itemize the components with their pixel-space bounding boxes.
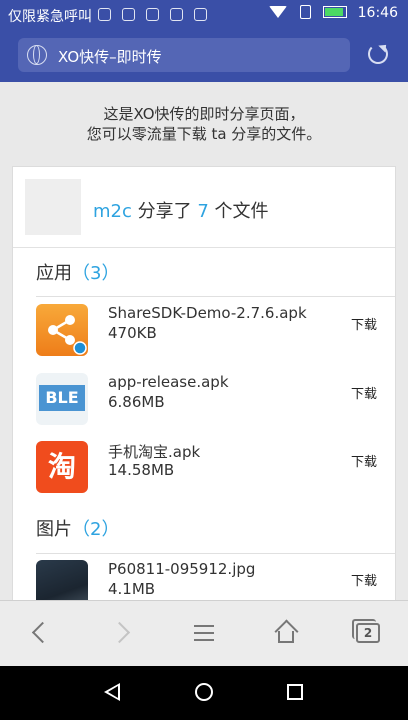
intro-line-1: 这是XO快传的即时分享页面， [103,105,305,123]
divider [36,553,395,554]
battery-icon [323,6,348,18]
notification-icon-1 [98,8,111,21]
ble-app-icon: BLE [36,373,88,425]
taobao-app-icon: 淘 [36,441,88,493]
notification-icon-4 [170,8,184,21]
sharer-name: m2c [93,201,132,222]
file-item[interactable]: ShareSDK-Demo-2.7.6.apk 470KB 下载 [36,304,395,364]
category-title-images: 图片（2） [36,515,119,541]
share-text-pre: 分享了 [137,201,192,222]
carrier-text: 仅限紧急呼叫 [8,9,92,25]
back-icon[interactable] [22,615,58,651]
page-title: XO快传–即时传 [58,48,162,66]
system-nav-bar [0,666,408,720]
clock: 16:46 [357,5,398,21]
photo-thumbnail [36,560,88,600]
menu-icon[interactable] [186,615,222,651]
refresh-icon[interactable] [368,44,388,64]
download-button[interactable]: 下载 [351,570,377,589]
file-name: P60811-095912.jpg [108,560,256,578]
sim-icon [299,5,311,19]
file-count: 7 [197,201,209,222]
forward-icon[interactable] [104,615,140,651]
intro-text: 这是XO快传的即时分享页面， 您可以零流量下载 ta 分享的文件。 [0,104,408,144]
status-bar: 仅限紧急呼叫 16:46 [0,0,408,30]
notification-icon-3 [146,8,160,21]
sharesdk-app-icon [36,304,88,356]
download-button[interactable]: 下载 [351,314,377,333]
file-name: ShareSDK-Demo-2.7.6.apk [108,304,307,322]
browser-bottom-toolbar: 2 [0,600,408,666]
status-right: 16:46 [269,5,398,21]
browser-toolbar: XO快传–即时传 [0,30,408,82]
intro-line-2: 您可以零流量下载 ta 分享的文件。 [86,125,322,143]
address-bar[interactable]: XO快传–即时传 [18,38,350,72]
category-label: 图片 [36,519,72,540]
download-button[interactable]: 下载 [351,383,377,402]
globe-icon [27,45,47,65]
menu-lines [194,625,214,641]
system-recents-icon[interactable] [287,684,303,700]
system-home-icon[interactable] [195,683,213,701]
system-back-icon[interactable] [104,683,120,701]
notification-icon-2 [122,8,136,21]
notification-icons [98,8,213,27]
ble-icon-label: BLE [39,385,85,411]
file-size: 14.58MB [108,461,175,479]
tabs-icon[interactable]: 2 [350,615,386,651]
file-size: 470KB [108,324,157,342]
share-summary: m2c 分享了 7 个文件 [93,197,269,223]
file-size: 4.1MB [108,580,156,598]
category-label: 应用 [36,263,72,284]
tab-count: 2 [352,619,380,643]
divider [13,247,395,248]
file-item[interactable]: 淘 手机淘宝.apk 14.58MB 下载 [36,441,395,501]
wifi-icon [269,6,288,18]
file-name: app-release.apk [108,373,229,391]
category-count: （3） [72,263,120,284]
download-button[interactable]: 下载 [351,451,377,470]
file-item[interactable]: P60811-095912.jpg 4.1MB 下载 [36,560,395,600]
divider [36,296,395,297]
file-size: 6.86MB [108,393,165,411]
file-item[interactable]: BLE app-release.apk 6.86MB 下载 [36,373,395,433]
notification-icon-5 [194,8,208,21]
avatar [25,179,81,235]
file-name: 手机淘宝.apk [108,443,201,461]
home-icon[interactable] [268,615,304,651]
category-count: （2） [72,519,120,540]
share-card: m2c 分享了 7 个文件 应用（3） ShareSDK-Demo-2.7.6.… [12,166,396,600]
category-title-apps: 应用（3） [36,259,119,285]
share-text-post: 个文件 [214,201,269,222]
web-content[interactable]: 这是XO快传的即时分享页面， 您可以零流量下载 ta 分享的文件。 m2c 分享… [0,82,408,600]
